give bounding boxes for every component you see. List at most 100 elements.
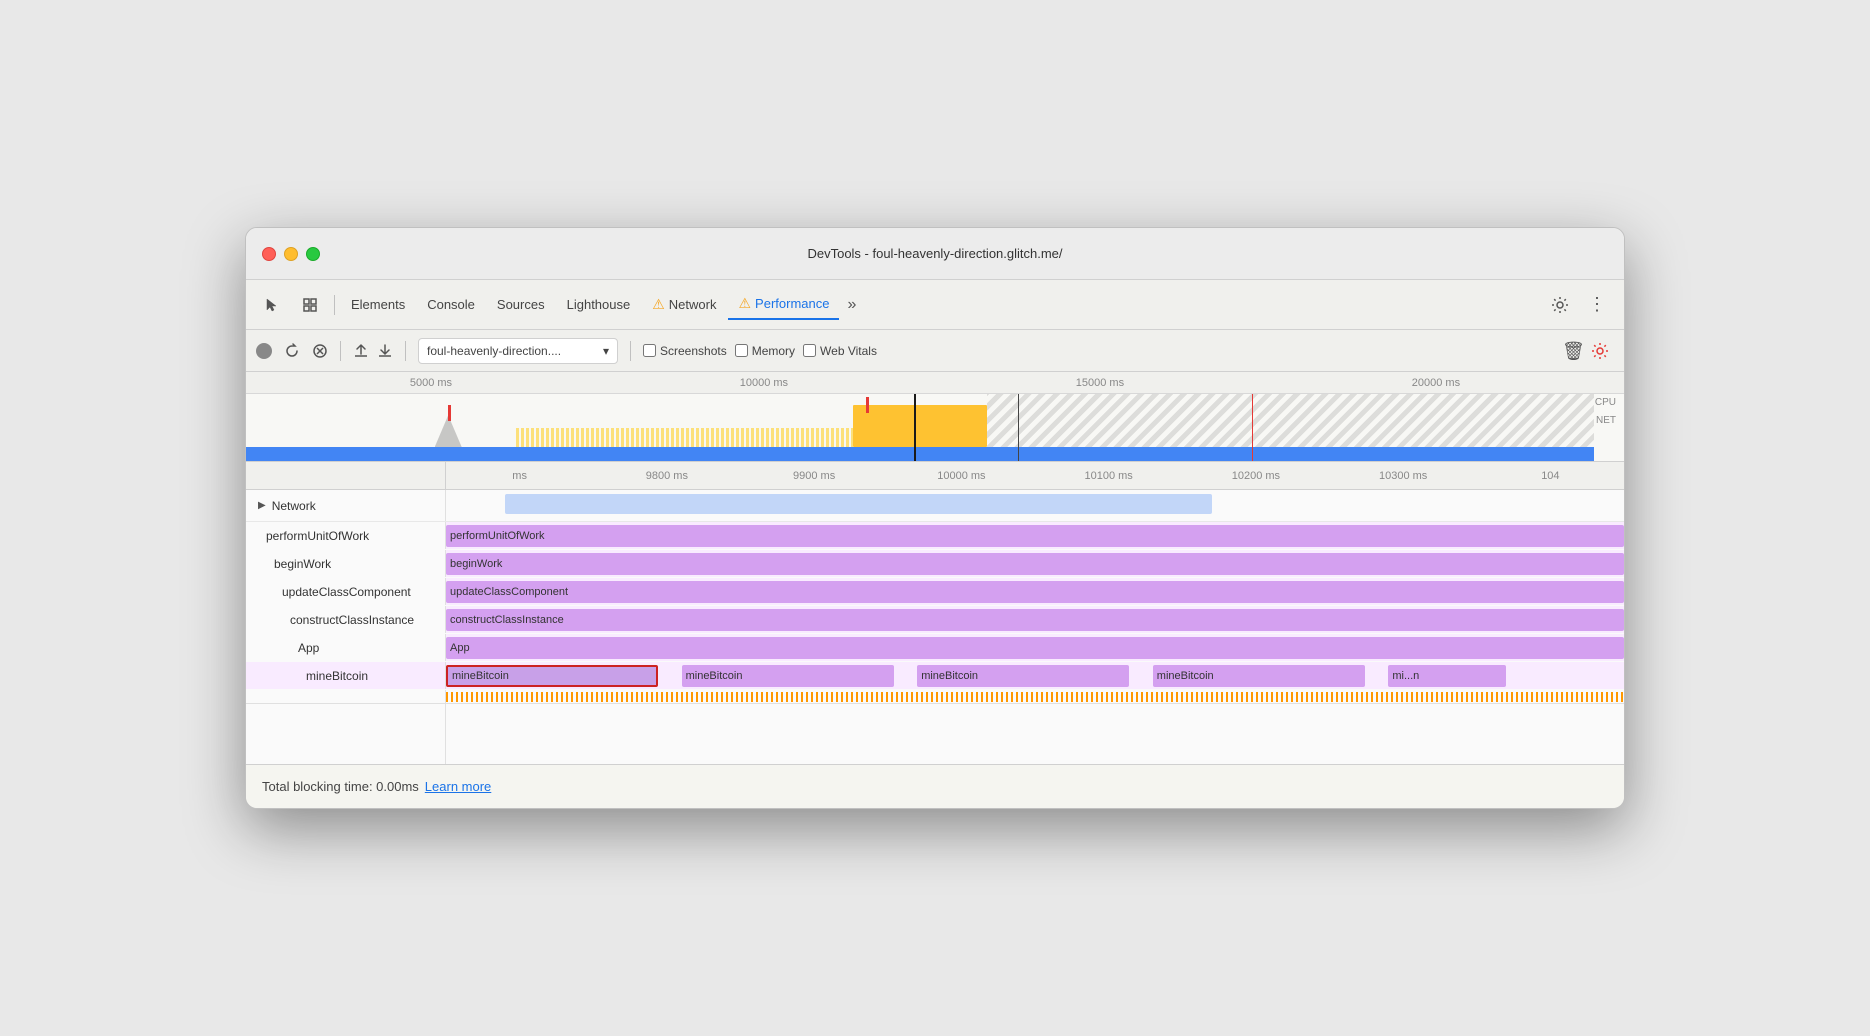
blocking-time-label: Total blocking time: 0.00ms (262, 779, 419, 794)
clear-button[interactable]: 🗑 (1562, 341, 1582, 361)
network-warning-icon: ⚠ (652, 296, 665, 313)
flame-content-update-class: updateClassComponent (446, 578, 1624, 605)
tab-console[interactable]: Console (417, 290, 485, 320)
settings-button[interactable] (1546, 291, 1574, 319)
tick-10300: 10300 ms (1330, 470, 1477, 482)
memory-checkbox-group[interactable]: Memory (735, 344, 795, 358)
screenshots-checkbox[interactable] (643, 344, 656, 357)
network-section-row[interactable]: ▶ Network (246, 490, 1624, 522)
memory-checkbox[interactable] (735, 344, 748, 357)
bar-begin-work: beginWork (446, 553, 1624, 575)
tab-lighthouse[interactable]: Lighthouse (557, 290, 641, 320)
red-marker-1 (448, 405, 451, 421)
titlebar: DevTools - foul-heavenly-direction.glitc… (246, 228, 1624, 280)
flame-row-app: App App (246, 634, 1624, 662)
upload-button[interactable] (353, 343, 369, 359)
net-bar (246, 447, 1594, 461)
recording-toolbar: foul-heavenly-direction.... ▾ Screenshot… (246, 330, 1624, 372)
web-vitals-checkbox[interactable] (803, 344, 816, 357)
detail-ruler-row: ms 9800 ms 9900 ms 10000 ms 10100 ms 102… (246, 462, 1624, 490)
orange-ticks-content (446, 690, 1624, 703)
overflow-button[interactable]: » (841, 290, 862, 320)
ruler-20000: 20000 ms (1412, 377, 1460, 389)
mine-bitcoin-bar-3[interactable]: mineBitcoin (917, 665, 1129, 687)
inspect-icon (302, 297, 318, 313)
ruler-15000: 15000 ms (1076, 377, 1124, 389)
main-content: ms 9800 ms 9900 ms 10000 ms 10100 ms 102… (246, 462, 1624, 764)
minimize-button[interactable] (284, 247, 298, 261)
flame-row-update-class: updateClassComponent updateClassComponen… (246, 578, 1624, 606)
performance-warning-icon: ⚠ (738, 295, 751, 312)
screenshots-checkbox-group[interactable]: Screenshots (643, 344, 727, 358)
red-marker-2 (866, 397, 869, 413)
orange-ticks-label-spacer (246, 690, 446, 703)
separator-1 (334, 295, 335, 315)
tick-9800: 9800 ms (593, 470, 740, 482)
kebab-menu-button[interactable]: ⋮ (1578, 290, 1616, 320)
performance-gear-icon (1591, 342, 1609, 360)
tick-9900: 9900 ms (741, 470, 888, 482)
performance-settings-button[interactable] (1586, 337, 1614, 365)
ruler-left-spacer (246, 462, 446, 489)
timeline-overview[interactable]: 5000 ms 10000 ms 15000 ms 20000 ms (246, 372, 1624, 462)
flame-row-mine-bitcoin[interactable]: mineBitcoin mineBitcoin mineBitcoin mine… (246, 662, 1624, 690)
flame-row-perform-unit: performUnitOfWork performUnitOfWork (246, 522, 1624, 550)
cpu-striped-region (987, 394, 1594, 447)
url-selector[interactable]: foul-heavenly-direction.... ▾ (418, 338, 618, 364)
mine-bitcoin-bar-5[interactable]: mi...n (1388, 665, 1506, 687)
status-bar: Total blocking time: 0.00ms Learn more (246, 764, 1624, 808)
empty-label (246, 704, 446, 764)
devtools-window: DevTools - foul-heavenly-direction.glitc… (245, 227, 1625, 809)
network-content (446, 490, 1624, 521)
orange-ticks-row (246, 690, 1624, 704)
reload-button[interactable] (280, 339, 304, 363)
tick-10000: 10000 ms (888, 470, 1035, 482)
tab-elements[interactable]: Elements (341, 290, 415, 320)
network-bar-1 (505, 494, 1212, 514)
tab-performance[interactable]: ⚠ Performance (728, 290, 839, 320)
tick-ms: ms (446, 470, 593, 482)
cursor-tool-button[interactable] (254, 290, 290, 320)
traffic-lights (262, 247, 320, 261)
timeline-labels: CPU NET (1595, 394, 1616, 430)
stop-button[interactable] (312, 343, 328, 359)
tab-network[interactable]: ⚠ Network (642, 290, 726, 320)
inspect-tool-button[interactable] (292, 290, 328, 320)
red-timeline-marker (1252, 394, 1253, 461)
separator-3 (405, 341, 406, 361)
ruler-5000: 5000 ms (410, 377, 452, 389)
flame-label-app: App (246, 634, 446, 661)
cpu-label: CPU (1595, 394, 1616, 412)
net-label: NET (1595, 412, 1616, 430)
download-button[interactable] (377, 343, 393, 359)
bar-app: App (446, 637, 1624, 659)
mine-bitcoin-bar-4[interactable]: mineBitcoin (1153, 665, 1365, 687)
flame-label-construct-class: constructClassInstance (246, 606, 446, 633)
flame-rows-container: performUnitOfWork performUnitOfWork begi… (246, 522, 1624, 764)
cpu-peak (853, 405, 988, 447)
web-vitals-checkbox-group[interactable]: Web Vitals (803, 344, 877, 358)
empty-content (446, 704, 1624, 764)
flame-label-update-class: updateClassComponent (246, 578, 446, 605)
network-label: ▶ Network (246, 490, 446, 521)
reload-icon (284, 343, 300, 359)
close-button[interactable] (262, 247, 276, 261)
maximize-button[interactable] (306, 247, 320, 261)
dropdown-arrow: ▾ (603, 344, 609, 358)
flame-label-begin-work: beginWork (246, 550, 446, 577)
gear-icon (1551, 296, 1569, 314)
bar-construct-class: constructClassInstance (446, 609, 1624, 631)
flame-content-mine-bitcoin: mineBitcoin mineBitcoin mineBitcoin mine… (446, 662, 1624, 689)
learn-more-link[interactable]: Learn more (425, 779, 491, 794)
record-button[interactable] (256, 343, 272, 359)
stop-icon (313, 344, 327, 358)
mine-bitcoin-bar-2[interactable]: mineBitcoin (682, 665, 894, 687)
separator-2 (340, 341, 341, 361)
tab-sources[interactable]: Sources (487, 290, 555, 320)
orange-tick-marks (446, 692, 1624, 702)
tick-104: 104 (1477, 470, 1624, 482)
mine-bitcoin-bar-selected[interactable]: mineBitcoin (446, 665, 658, 687)
network-expand-arrow[interactable]: ▶ (258, 500, 266, 511)
window-title: DevTools - foul-heavenly-direction.glitc… (807, 246, 1062, 261)
flame-content-begin-work: beginWork (446, 550, 1624, 577)
